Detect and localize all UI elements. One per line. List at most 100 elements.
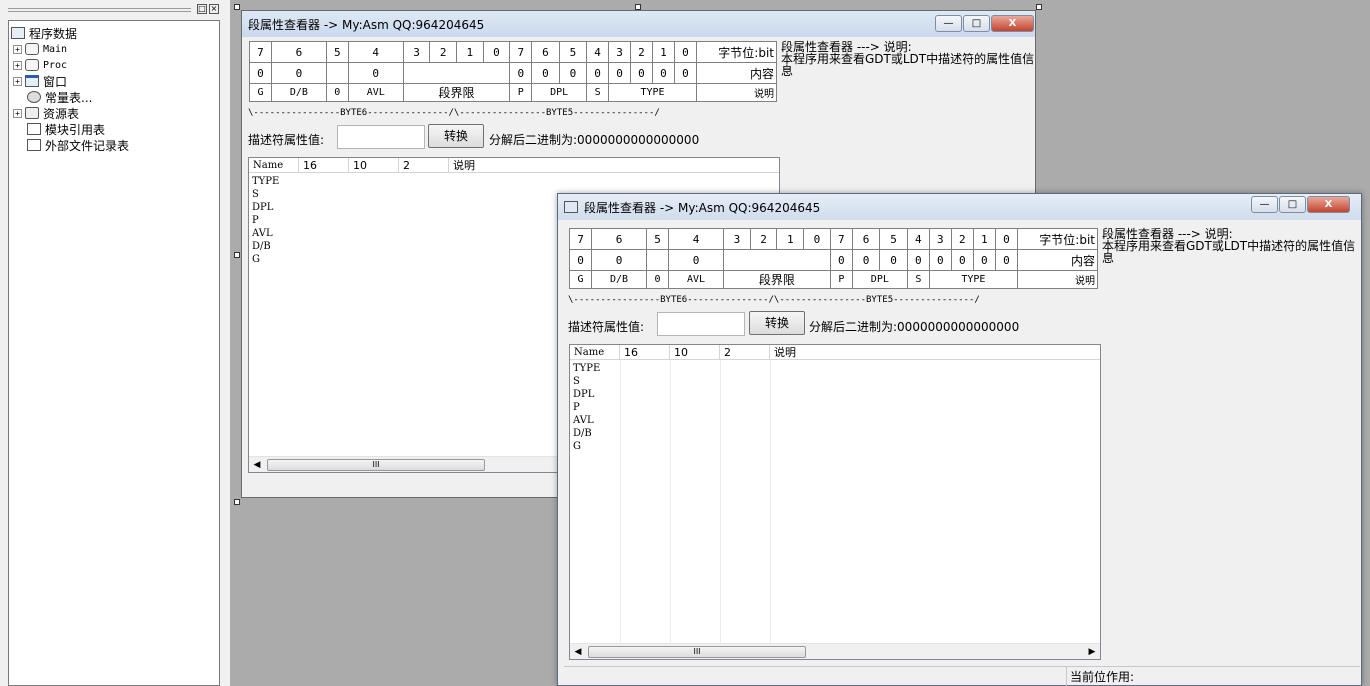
resize-handle[interactable] <box>234 4 240 10</box>
bit-value[interactable]: 0 <box>509 62 533 84</box>
column-header[interactable]: Name <box>249 158 299 173</box>
status-current-bit: 当前位作用: <box>1070 670 1135 684</box>
list-item[interactable]: P <box>570 401 580 414</box>
list-item[interactable]: DPL <box>570 388 594 401</box>
column-header[interactable]: 2 <box>720 345 770 360</box>
bit-value[interactable]: 0 <box>879 249 908 271</box>
field-s: S <box>906 270 930 289</box>
minimize-button[interactable]: — <box>1251 196 1278 213</box>
tree-item-module-refs[interactable]: 模块引用表 <box>27 121 105 137</box>
convert-button[interactable]: 转换 <box>749 311 805 335</box>
list-item[interactable]: S <box>570 375 580 388</box>
close-button[interactable]: X <box>1307 196 1350 213</box>
list-item[interactable]: TYPE <box>249 175 279 188</box>
descriptor-input[interactable] <box>657 312 745 336</box>
field-segment-limit: 段界限 <box>402 83 511 102</box>
status-divider <box>564 666 1360 667</box>
segment-limit-bits[interactable] <box>723 249 831 271</box>
panel-close-button[interactable]: × <box>209 4 219 14</box>
list-item[interactable]: D/B <box>570 427 592 440</box>
bit-value[interactable] <box>325 62 349 84</box>
list-item[interactable]: TYPE <box>570 362 600 375</box>
list-item[interactable]: P <box>249 214 259 227</box>
bit-value[interactable]: 0 <box>851 249 881 271</box>
column-header[interactable]: 10 <box>670 345 720 360</box>
bit-value[interactable]: 0 <box>590 249 648 271</box>
bit-header: 1 <box>651 41 675 63</box>
field-segment-limit: 段界限 <box>723 270 831 289</box>
list-item[interactable]: AVL <box>570 414 594 427</box>
bit-value[interactable]: 0 <box>531 62 560 84</box>
tree-item-constants[interactable]: 常量表... <box>27 89 92 105</box>
scroll-left-icon[interactable]: ◀ <box>251 459 263 471</box>
bit-value[interactable]: 0 <box>668 249 725 271</box>
expand-icon[interactable]: + <box>13 60 22 70</box>
bit-value[interactable]: 0 <box>630 62 653 84</box>
list-item[interactable]: S <box>249 188 259 201</box>
bit-value[interactable]: 0 <box>906 249 930 271</box>
bit-value[interactable]: 0 <box>347 62 404 84</box>
maximize-button[interactable]: □ <box>963 15 990 32</box>
horizontal-scrollbar[interactable]: ◀ III ▶ <box>570 643 1100 659</box>
bit-value[interactable]: 0 <box>651 62 675 84</box>
description-label: 说明 <box>696 83 777 102</box>
bit-value[interactable]: 0 <box>673 62 698 84</box>
tree-item-proc[interactable]: + Proc <box>13 57 67 73</box>
panel-float-button[interactable]: □ <box>197 4 207 14</box>
tree-item-window[interactable]: + 窗口 <box>13 73 67 89</box>
viewer-window[interactable]: 段属性查看器 -> My:Asm QQ:964204645 — □ X 7 6 … <box>557 193 1362 686</box>
tree-item-external-files[interactable]: 外部文件记录表 <box>27 137 129 153</box>
column-header[interactable]: Name <box>570 345 620 360</box>
column-header[interactable]: 16 <box>299 158 349 173</box>
scroll-thumb[interactable]: III <box>588 646 806 658</box>
list-item[interactable]: AVL <box>249 227 273 240</box>
title-bar[interactable]: 段属性查看器 -> My:Asm QQ:964204645 <box>558 194 1361 220</box>
column-header[interactable]: 10 <box>349 158 399 173</box>
scroll-left-icon[interactable]: ◀ <box>572 646 584 658</box>
column-header[interactable]: 16 <box>620 345 670 360</box>
tree-item-main[interactable]: + Main <box>13 41 67 57</box>
bit-value[interactable]: 0 <box>972 249 996 271</box>
tree-item-program-data[interactable]: 程序数据 <box>11 25 77 41</box>
status-divider <box>1066 666 1067 686</box>
tree-item-resources[interactable]: + 资源表 <box>13 105 79 121</box>
resize-handle[interactable] <box>1036 4 1042 10</box>
maximize-button[interactable]: □ <box>1279 196 1306 213</box>
field-dpl: DPL <box>531 83 588 102</box>
convert-button[interactable]: 转换 <box>428 124 484 148</box>
bit-value[interactable]: 0 <box>994 249 1019 271</box>
expand-icon[interactable]: + <box>13 108 22 118</box>
bit-value[interactable]: 0 <box>928 249 952 271</box>
segment-limit-bits[interactable] <box>402 62 511 84</box>
description-text: 段属性查看器 ---> 说明: 本程序用来查看GDT或LDT中描述符的属性值信 … <box>781 40 1035 78</box>
list-item[interactable]: DPL <box>249 201 273 214</box>
bit-value[interactable]: 0 <box>829 249 853 271</box>
expand-icon[interactable]: + <box>13 76 22 86</box>
descriptor-input[interactable] <box>337 125 425 149</box>
bit-value[interactable]: 0 <box>270 62 327 84</box>
close-button[interactable]: X <box>991 15 1034 32</box>
resize-handle[interactable] <box>234 499 240 505</box>
column-header[interactable]: 说明 <box>449 158 779 173</box>
scroll-thumb[interactable]: III <box>267 459 485 471</box>
minimize-button[interactable]: — <box>935 15 962 32</box>
field-list[interactable]: Name 16 10 2 说明 TYPE S DPL P AVL D/B G ◀… <box>569 344 1101 660</box>
bit-value[interactable]: 0 <box>586 62 610 84</box>
title-bar[interactable]: 段属性查看器 -> My:Asm QQ:964204645 <box>242 11 1035 37</box>
resize-handle[interactable] <box>234 252 240 258</box>
bit-value[interactable] <box>646 249 670 271</box>
column-header[interactable]: 说明 <box>770 345 1100 360</box>
bit-value[interactable]: 0 <box>569 249 592 271</box>
list-item[interactable]: D/B <box>249 240 271 253</box>
bit-value[interactable]: 0 <box>608 62 632 84</box>
bit-value[interactable]: 0 <box>950 249 974 271</box>
list-item[interactable]: G <box>570 440 581 453</box>
scroll-right-icon[interactable]: ▶ <box>1086 646 1098 658</box>
list-header: Name 16 10 2 说明 <box>570 345 1100 360</box>
expand-icon[interactable]: + <box>13 44 22 54</box>
bit-value[interactable]: 0 <box>558 62 588 84</box>
bit-value[interactable]: 0 <box>249 62 272 84</box>
list-item[interactable]: G <box>249 253 260 266</box>
column-header[interactable]: 2 <box>399 158 449 173</box>
bit-header: 5 <box>646 228 670 250</box>
